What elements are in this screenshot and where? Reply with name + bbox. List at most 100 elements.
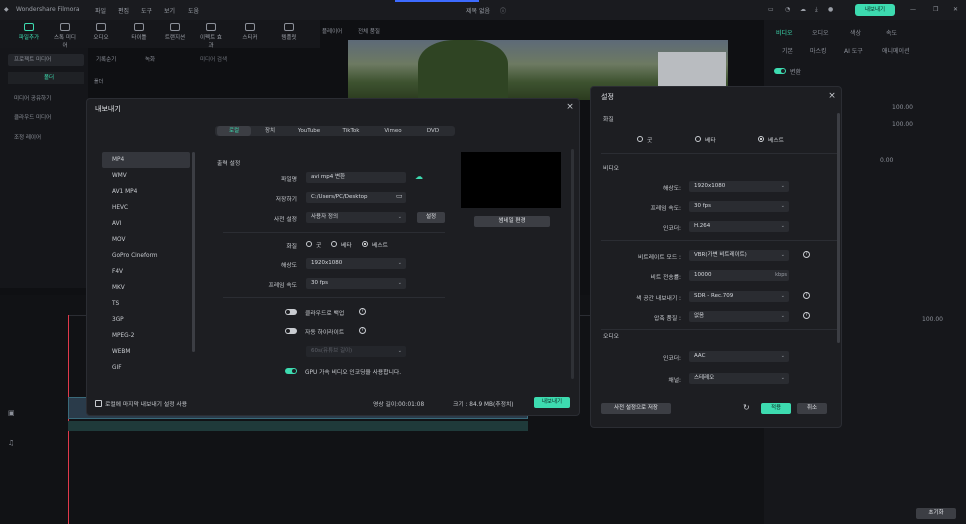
help-icon[interactable]: ?: [803, 251, 810, 258]
filter-dropdown[interactable]: 녹화: [145, 55, 155, 63]
format-3gp[interactable]: 3GP: [102, 312, 190, 328]
format-mov[interactable]: MOV: [102, 232, 190, 248]
format-list-scrollbar[interactable]: [192, 152, 195, 352]
opacity-value[interactable]: 100.00: [922, 316, 943, 323]
tool-stickers[interactable]: 스티커: [237, 23, 263, 41]
quality-beta-radio[interactable]: [331, 241, 337, 247]
format-f4v[interactable]: F4V: [102, 264, 190, 280]
tab-speed[interactable]: 속도: [886, 28, 897, 37]
maximize-icon[interactable]: ❐: [933, 6, 938, 13]
settings-frame-rate-dropdown[interactable]: 30 fps ⌄: [689, 201, 789, 212]
settings-encoder-dropdown[interactable]: H.264 ⌄: [689, 221, 789, 232]
cancel-button[interactable]: 취소: [797, 403, 827, 414]
settings-quality-beta-radio[interactable]: [695, 136, 701, 142]
playhead[interactable]: [68, 315, 69, 524]
tool-transitions[interactable]: 트랜지션: [162, 23, 188, 41]
tool-import[interactable]: 파일추가: [16, 23, 42, 41]
tab-video[interactable]: 비디오: [776, 28, 793, 37]
sidebar-item-shared-media[interactable]: 미디어 공유하기: [8, 93, 84, 105]
bitrate-mode-dropdown[interactable]: VBR(가변 비트레이트) ⌄: [689, 250, 789, 261]
bitrate-input[interactable]: 10000 kbps: [689, 270, 789, 281]
compression-quality-dropdown[interactable]: 없음 ⌄: [689, 311, 789, 322]
help-icon[interactable]: ?: [359, 308, 366, 315]
tool-titles[interactable]: 타이틀: [126, 23, 152, 41]
transform-toggle[interactable]: [774, 68, 786, 74]
help-icon[interactable]: ?: [359, 327, 366, 334]
remember-settings-checkbox[interactable]: [95, 400, 102, 407]
tab-audio[interactable]: 오디오: [812, 28, 829, 37]
scale-y-value[interactable]: 100.00: [892, 121, 913, 128]
reset-icon[interactable]: ↻: [743, 403, 750, 412]
export-button[interactable]: 내보내기: [534, 397, 570, 408]
format-av1-mp4[interactable]: AV1 MP4: [102, 184, 190, 200]
info-icon[interactable]: ⓘ: [500, 6, 506, 15]
save-path-input[interactable]: C:/Users/PC/Desktop: [306, 192, 406, 203]
color-space-dropdown[interactable]: SDR - Rec.709 ⌄: [689, 291, 789, 302]
media-search-input[interactable]: 미디어 검색: [200, 55, 227, 63]
format-mkv[interactable]: MKV: [102, 280, 190, 296]
menu-file[interactable]: 파일: [95, 6, 106, 15]
subtab-ai-tools[interactable]: AI 도구: [844, 46, 863, 55]
tab-dvd[interactable]: DVD: [415, 126, 451, 136]
sidebar-item-cloud-media[interactable]: 클라우드 미디어: [8, 112, 84, 124]
tab-vimeo[interactable]: Vimeo: [373, 126, 413, 136]
tool-stock-media[interactable]: 스톡 미디어: [52, 23, 78, 49]
bell-icon[interactable]: ◔: [785, 6, 790, 13]
settings-quality-good-radio[interactable]: [637, 136, 643, 142]
close-icon[interactable]: ×: [565, 102, 575, 112]
format-ts[interactable]: TS: [102, 296, 190, 312]
subtab-mask[interactable]: 마스킹: [810, 46, 827, 55]
save-preset-button[interactable]: 사전 설정으로 저장: [601, 403, 671, 414]
settings-button[interactable]: 설정: [417, 212, 445, 223]
quality-good-radio[interactable]: [306, 241, 312, 247]
settings-dialog-scrollbar[interactable]: [837, 113, 840, 343]
download-icon[interactable]: ⤓: [815, 6, 818, 14]
frame-rate-dropdown[interactable]: 30 fps ⌄: [306, 278, 406, 289]
menu-edit[interactable]: 편집: [118, 6, 129, 15]
avatar[interactable]: ●: [828, 6, 833, 13]
gpu-encoding-toggle[interactable]: [285, 368, 297, 374]
format-gif[interactable]: GIF: [102, 360, 190, 376]
settings-scrollbar[interactable]: [571, 149, 574, 379]
folder-icon[interactable]: ▭: [396, 192, 403, 200]
close-icon[interactable]: ×: [827, 91, 837, 101]
tab-color[interactable]: 색상: [850, 28, 861, 37]
sidebar-item-folder[interactable]: 폴더: [8, 72, 84, 84]
cloud-backup-toggle[interactable]: [285, 309, 297, 315]
help-icon[interactable]: ?: [803, 312, 810, 319]
tab-local[interactable]: 로컬: [217, 126, 251, 136]
edit-thumbnail-button[interactable]: 썸네일 편경: [474, 216, 550, 227]
close-window-icon[interactable]: ✕: [953, 6, 958, 13]
reset-button[interactable]: 초기화: [916, 508, 956, 519]
preset-dropdown[interactable]: 사용자 정의 ⌄: [306, 212, 406, 223]
subtab-animation[interactable]: 애니메이션: [882, 46, 910, 55]
sidebar-item-project-media[interactable]: 프로젝트 미디어: [8, 54, 84, 66]
format-mpeg2[interactable]: MPEG-2: [102, 328, 190, 344]
subtab-basic[interactable]: 기본: [782, 46, 793, 55]
tab-device[interactable]: 장치: [253, 126, 287, 136]
settings-resolution-dropdown[interactable]: 1920x1080 ⌄: [689, 181, 789, 192]
scale-x-value[interactable]: 100.00: [892, 104, 913, 111]
tool-audio[interactable]: 오디오: [88, 23, 114, 41]
tool-effects[interactable]: 이펙트 효과: [198, 23, 224, 49]
auto-highlight-toggle[interactable]: [285, 328, 297, 334]
format-mp4[interactable]: MP4: [102, 152, 190, 168]
tab-youtube[interactable]: YouTube: [289, 126, 329, 136]
apply-button[interactable]: 적용: [761, 403, 791, 414]
filename-input[interactable]: avi mp4 변환: [306, 172, 406, 183]
device-icon[interactable]: ▭: [768, 6, 774, 13]
help-icon[interactable]: ?: [803, 292, 810, 299]
tab-tiktok[interactable]: TikTok: [331, 126, 371, 136]
audio-channel-dropdown[interactable]: 스테레오 ⌄: [689, 373, 789, 384]
position-y-value[interactable]: 0.00: [880, 157, 893, 164]
minimize-icon[interactable]: —: [910, 6, 916, 13]
cloud-icon[interactable]: ☁: [800, 6, 806, 13]
format-hevc[interactable]: HEVC: [102, 200, 190, 216]
sort-dropdown[interactable]: 기록순기: [96, 55, 116, 63]
highlight-length-dropdown[interactable]: 60s(유튜브 길이) ⌄: [306, 346, 406, 357]
menu-tools[interactable]: 도구: [141, 6, 152, 15]
resolution-dropdown[interactable]: 1920x1080 ⌄: [306, 258, 406, 269]
ai-rename-icon[interactable]: ☁: [415, 172, 423, 181]
audio-encoder-dropdown[interactable]: AAC ⌄: [689, 351, 789, 362]
top-export-button[interactable]: 내보내기: [855, 4, 895, 16]
